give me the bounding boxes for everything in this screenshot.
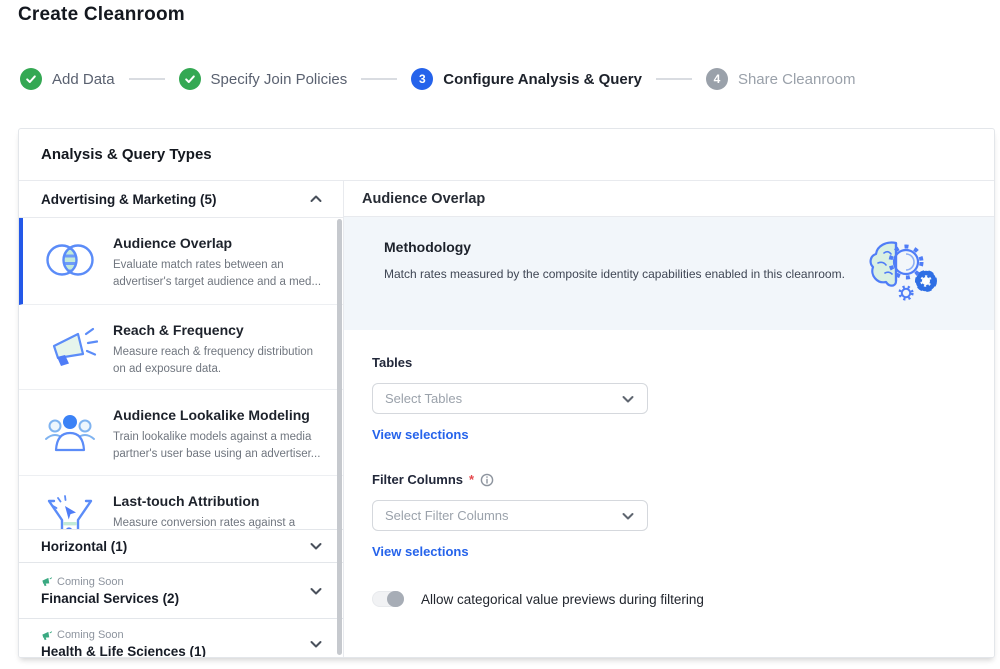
step-add-data[interactable]: Add Data (20, 68, 115, 90)
venn-diagram-icon (39, 232, 101, 288)
chevron-down-icon (309, 637, 323, 651)
required-marker: * (469, 472, 474, 487)
funnel-cursor-icon (39, 490, 101, 529)
tables-label: Tables (372, 355, 412, 370)
page-title: Create Cleanroom (18, 4, 185, 26)
category-financial-services[interactable]: Coming Soon Financial Services (2) (19, 562, 343, 618)
chevron-down-icon (621, 509, 635, 523)
analysis-types-sidebar: Advertising & Marketing (5) (19, 181, 344, 658)
configuration-form: Tables Select Tables View selections Fil… (344, 330, 994, 607)
item-title: Reach & Frequency (113, 322, 327, 338)
category-horizontal[interactable]: Horizontal (1) (19, 529, 343, 562)
filter-columns-select[interactable]: Select Filter Columns (372, 500, 648, 531)
list-item-audience-lookalike-modeling[interactable]: Audience Lookalike Modeling Train lookal… (19, 390, 343, 477)
sidebar-scrollbar[interactable] (337, 219, 342, 655)
step-configure-analysis-query[interactable]: 3 Configure Analysis & Query (411, 68, 642, 90)
megaphone-mini-icon (41, 630, 52, 641)
card-header: Analysis & Query Types (19, 129, 994, 181)
info-icon[interactable] (480, 473, 494, 487)
step-label: Add Data (52, 71, 115, 88)
step-number-badge: 3 (411, 68, 433, 90)
item-description: Train lookalike models against a media p… (113, 429, 327, 464)
toggle-knob (387, 591, 404, 607)
item-description: Evaluate match rates between an advertis… (113, 257, 327, 292)
categorical-preview-toggle[interactable] (372, 591, 404, 607)
tables-view-selections-link[interactable]: View selections (372, 427, 469, 442)
category-health-life-sciences[interactable]: Coming Soon Health & Life Sciences (1) (19, 618, 343, 658)
analysis-query-types-card: Analysis & Query Types Advertising & Mar… (18, 128, 995, 658)
list-item-audience-overlap[interactable]: Audience Overlap Evaluate match rates be… (19, 218, 343, 305)
item-title: Last-touch Attribution (113, 493, 327, 509)
people-group-icon (39, 404, 101, 460)
check-icon (20, 68, 42, 90)
filter-columns-label: Filter Columns (372, 472, 463, 487)
item-description: Measure reach & frequency distribution o… (113, 344, 327, 379)
step-label: Share Cleanroom (738, 71, 856, 88)
detail-header: Audience Overlap (344, 181, 994, 217)
step-label: Specify Join Policies (211, 71, 348, 88)
check-icon (179, 68, 201, 90)
item-title: Audience Lookalike Modeling (113, 407, 327, 423)
step-share-cleanroom[interactable]: 4 Share Cleanroom (706, 68, 856, 90)
brain-gears-icon (860, 233, 942, 312)
list-item-reach-frequency[interactable]: Reach & Frequency Measure reach & freque… (19, 305, 343, 390)
create-cleanroom-page: Create Cleanroom Add Data Specify Join P… (0, 0, 1000, 669)
chevron-down-icon (621, 392, 635, 406)
category-advertising-marketing[interactable]: Advertising & Marketing (5) (19, 181, 343, 218)
filter-columns-view-selections-link[interactable]: View selections (372, 544, 469, 559)
coming-soon-badge: Coming Soon (41, 629, 206, 641)
megaphone-icon (39, 319, 101, 375)
step-connector (656, 78, 692, 80)
toggle-label: Allow categorical value previews during … (421, 592, 704, 607)
detail-title: Audience Overlap (362, 191, 485, 207)
tables-select[interactable]: Select Tables (372, 383, 648, 414)
wizard-stepper: Add Data Specify Join Policies 3 Configu… (20, 68, 856, 90)
card-title: Analysis & Query Types (41, 146, 212, 163)
coming-soon-badge: Coming Soon (41, 576, 179, 588)
step-label: Configure Analysis & Query (443, 71, 642, 88)
chevron-up-icon (309, 192, 323, 206)
chevron-down-icon (309, 539, 323, 553)
step-number-badge: 4 (706, 68, 728, 90)
megaphone-mini-icon (41, 576, 52, 587)
step-specify-join-policies[interactable]: Specify Join Policies (179, 68, 348, 90)
methodology-section: Methodology Match rates measured by the … (344, 217, 994, 330)
detail-panel: Audience Overlap Methodology Match rates… (344, 181, 994, 658)
step-connector (361, 78, 397, 80)
chevron-down-icon (309, 584, 323, 598)
list-item-last-touch-attribution[interactable]: Last-touch Attribution Measure conversio… (19, 476, 343, 529)
step-connector (129, 78, 165, 80)
item-title: Audience Overlap (113, 235, 327, 251)
item-description: Measure conversion rates against a media… (113, 515, 327, 529)
